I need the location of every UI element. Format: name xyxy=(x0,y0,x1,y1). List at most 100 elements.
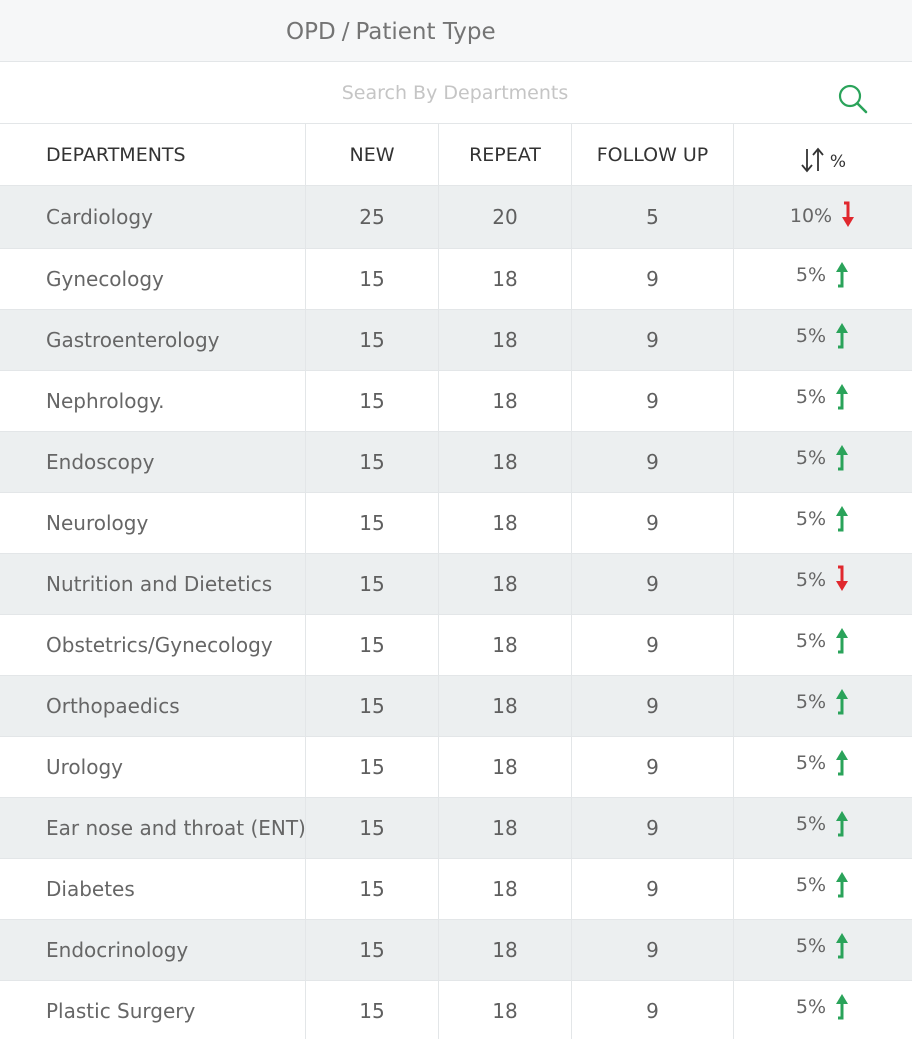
breadcrumb: OPD / Patient Type xyxy=(286,19,496,45)
table-row[interactable]: Ear nose and throat (ENT) 15 18 9 5% xyxy=(0,798,912,859)
repeat-count: 18 xyxy=(438,676,571,736)
follow-up-count: 5 xyxy=(571,186,733,248)
search-input[interactable] xyxy=(60,72,850,114)
percent-change: 5% xyxy=(795,569,827,591)
follow-up-count: 9 xyxy=(571,432,733,492)
department-name: Obstetrics/Gynecology xyxy=(46,633,273,657)
percent-change-cell: 5% xyxy=(733,981,912,1039)
column-header-percent[interactable]: % xyxy=(733,124,912,185)
table-row[interactable]: Urology 15 18 9 5% xyxy=(0,737,912,798)
department-name: Diabetes xyxy=(46,877,135,901)
arrow-up-icon xyxy=(836,628,849,654)
table-row[interactable]: Plastic Surgery 15 18 9 5% xyxy=(0,981,912,1039)
repeat-count: 18 xyxy=(438,920,571,980)
arrow-up-icon xyxy=(836,506,849,532)
column-header-departments[interactable]: DEPARTMENTS xyxy=(0,124,305,185)
repeat-count: 18 xyxy=(438,371,571,431)
repeat-count: 18 xyxy=(438,981,571,1039)
percent-change-cell: 5% xyxy=(733,615,912,675)
percent-change-cell: 5% xyxy=(733,798,912,858)
follow-up-count: 9 xyxy=(571,798,733,858)
new-count: 15 xyxy=(305,859,438,919)
table-row[interactable]: Diabetes 15 18 9 5% xyxy=(0,859,912,920)
percent-change: 5% xyxy=(795,935,827,957)
repeat-count: 18 xyxy=(438,432,571,492)
table-row[interactable]: Cardiology 25 20 5 10% xyxy=(0,186,912,249)
breadcrumb-item-opd[interactable]: OPD xyxy=(286,19,336,45)
arrow-up-icon xyxy=(836,262,849,288)
table-row[interactable]: Gastroenterology 15 18 9 5% xyxy=(0,310,912,371)
arrow-down-icon xyxy=(836,565,849,591)
percent-change: 5% xyxy=(795,386,827,408)
follow-up-count: 9 xyxy=(571,371,733,431)
percent-change-cell: 5% xyxy=(733,676,912,736)
new-count: 25 xyxy=(305,186,438,248)
table-row[interactable]: Nephrology. 15 18 9 5% xyxy=(0,371,912,432)
percent-change-cell: 5% xyxy=(733,554,912,614)
department-name: Nutrition and Dietetics xyxy=(46,572,273,596)
arrow-up-icon xyxy=(836,689,849,715)
department-table: DEPARTMENTS NEW REPEAT FOLLOW UP % Cardi… xyxy=(0,124,912,1039)
new-count: 15 xyxy=(305,249,438,309)
new-count: 15 xyxy=(305,676,438,736)
percent-change: 5% xyxy=(795,508,827,530)
arrow-up-icon xyxy=(836,384,849,410)
sort-icon[interactable] xyxy=(800,146,826,174)
percent-change: 5% xyxy=(795,996,827,1018)
percent-change: 5% xyxy=(795,264,827,286)
new-count: 15 xyxy=(305,615,438,675)
department-name: Endoscopy xyxy=(46,450,155,474)
arrow-down-icon xyxy=(842,201,855,227)
arrow-up-icon xyxy=(836,445,849,471)
follow-up-count: 9 xyxy=(571,676,733,736)
percent-change: 5% xyxy=(795,691,827,713)
percent-change: 5% xyxy=(795,752,827,774)
table-row[interactable]: Neurology 15 18 9 5% xyxy=(0,493,912,554)
repeat-count: 18 xyxy=(438,859,571,919)
repeat-count: 18 xyxy=(438,310,571,370)
percent-change: 5% xyxy=(795,447,827,469)
breadcrumb-separator: / xyxy=(341,19,350,45)
department-name: Neurology xyxy=(46,511,149,535)
column-header-follow-up[interactable]: FOLLOW UP xyxy=(571,124,733,185)
repeat-count: 18 xyxy=(438,737,571,797)
repeat-count: 20 xyxy=(438,186,571,248)
percent-change-cell: 5% xyxy=(733,249,912,309)
new-count: 15 xyxy=(305,981,438,1039)
percent-change: 5% xyxy=(795,630,827,652)
table-row[interactable]: Obstetrics/Gynecology 15 18 9 5% xyxy=(0,615,912,676)
arrow-up-icon xyxy=(836,933,849,959)
percent-change-cell: 5% xyxy=(733,371,912,431)
new-count: 15 xyxy=(305,371,438,431)
department-name: Gastroenterology xyxy=(46,328,220,352)
department-name: Cardiology xyxy=(46,205,153,229)
follow-up-count: 9 xyxy=(571,737,733,797)
repeat-count: 18 xyxy=(438,493,571,553)
new-count: 15 xyxy=(305,310,438,370)
arrow-up-icon xyxy=(836,872,849,898)
arrow-up-icon xyxy=(836,811,849,837)
new-count: 15 xyxy=(305,920,438,980)
follow-up-count: 9 xyxy=(571,920,733,980)
department-name: Endocrinology xyxy=(46,938,189,962)
table-row[interactable]: Endoscopy 15 18 9 5% xyxy=(0,432,912,493)
table-row[interactable]: Nutrition and Dietetics 15 18 9 5% xyxy=(0,554,912,615)
follow-up-count: 9 xyxy=(571,615,733,675)
search-icon[interactable] xyxy=(836,81,870,115)
new-count: 15 xyxy=(305,432,438,492)
new-count: 15 xyxy=(305,493,438,553)
table-row[interactable]: Gynecology 15 18 9 5% xyxy=(0,249,912,310)
table-row[interactable]: Endocrinology 15 18 9 5% xyxy=(0,920,912,981)
arrow-up-icon xyxy=(836,323,849,349)
percent-change-cell: 5% xyxy=(733,737,912,797)
follow-up-count: 9 xyxy=(571,981,733,1039)
department-name: Orthopaedics xyxy=(46,694,180,718)
department-name: Nephrology. xyxy=(46,389,165,413)
repeat-count: 18 xyxy=(438,554,571,614)
arrow-up-icon xyxy=(836,994,849,1020)
percent-change-cell: 5% xyxy=(733,493,912,553)
column-header-new[interactable]: NEW xyxy=(305,124,438,185)
table-row[interactable]: Orthopaedics 15 18 9 5% xyxy=(0,676,912,737)
percent-change-cell: 5% xyxy=(733,859,912,919)
column-header-repeat[interactable]: REPEAT xyxy=(438,124,571,185)
